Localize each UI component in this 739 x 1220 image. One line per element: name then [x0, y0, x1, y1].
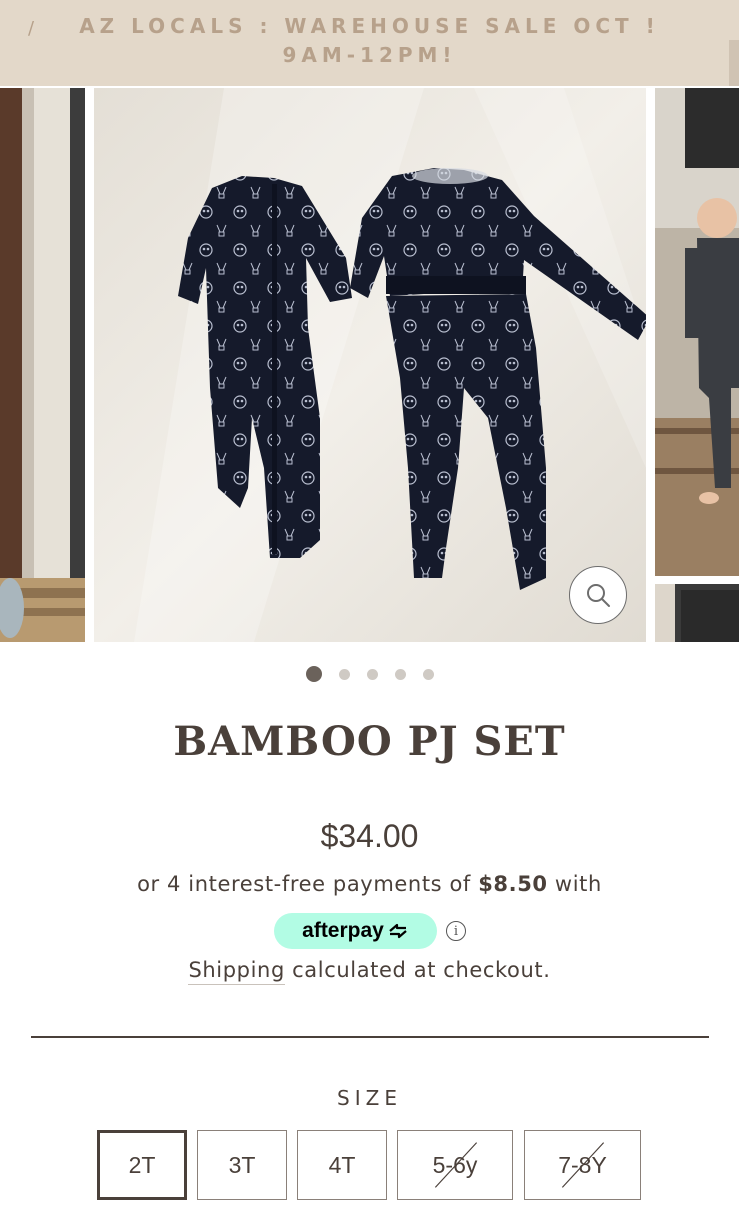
announcement-bar[interactable]: / AZ LOCALS : WAREHOUSE SALE OCT ! 9AM-1…	[0, 0, 739, 88]
pajama-photo	[94, 88, 646, 642]
installments-prefix: or 4 interest-free payments of	[137, 872, 471, 896]
pagination-dot-1[interactable]	[305, 666, 322, 682]
info-glyph: i	[453, 923, 459, 939]
size-option-3t[interactable]: 3T	[197, 1130, 287, 1200]
announcement-line-2: 9AM-12PM!	[282, 43, 457, 67]
installments-suffix: with	[554, 872, 602, 896]
announcement-line-1: AZ LOCALS : WAREHOUSE SALE OCT !	[79, 14, 660, 38]
lifestyle-photo	[0, 88, 85, 642]
size-option-label: 3T	[228, 1151, 256, 1178]
pagination-dot-4[interactable]	[394, 668, 406, 680]
gallery-pagination	[0, 666, 739, 682]
gallery-slide-current[interactable]	[94, 88, 646, 642]
magnifier-icon	[587, 584, 610, 607]
afterpay-badge[interactable]: afterpay	[274, 913, 437, 949]
product-photo	[655, 584, 739, 642]
size-option-label: 7-8Y	[558, 1151, 607, 1178]
shipping-text: calculated at checkout.	[284, 958, 551, 982]
shipping-note: Shipping calculated at checkout.	[0, 958, 739, 985]
zoom-button[interactable]	[569, 566, 627, 624]
installments-text: or 4 interest-free payments of $8.50 wit…	[0, 872, 739, 896]
product-gallery[interactable]	[0, 86, 739, 642]
shipping-link[interactable]: Shipping	[188, 958, 285, 985]
product-title: BAMBOO PJ SET	[173, 718, 566, 765]
size-option-label: 4T	[328, 1151, 356, 1178]
size-option-label: 5-6y	[432, 1151, 478, 1178]
scrollbar[interactable]	[729, 40, 739, 88]
size-option-5-6y[interactable]: 5-6y	[397, 1130, 513, 1200]
gallery-slide-previous[interactable]	[0, 88, 85, 642]
divider	[31, 1036, 709, 1038]
afterpay-row: afterpay i	[274, 912, 466, 950]
info-icon[interactable]: i	[446, 921, 466, 941]
announcement-marker: /	[28, 18, 40, 39]
afterpay-arrows-icon	[389, 923, 407, 939]
gallery-slide-next-2[interactable]	[655, 584, 739, 642]
size-option-label: 2T	[128, 1151, 156, 1178]
child-photo	[655, 88, 739, 576]
pagination-dot-3[interactable]	[366, 668, 378, 680]
product-price: $34.00	[320, 818, 419, 854]
installments-amount: $8.50	[478, 872, 548, 896]
pagination-dot-2[interactable]	[338, 668, 350, 680]
size-option-7-8y[interactable]: 7-8Y	[524, 1130, 641, 1200]
size-label: SIZE	[337, 1086, 402, 1110]
afterpay-logo-text: afterpay	[302, 919, 384, 942]
size-option-4t[interactable]: 4T	[297, 1130, 387, 1200]
size-option-2t[interactable]: 2T	[97, 1130, 187, 1200]
pagination-dot-5[interactable]	[422, 668, 434, 680]
gallery-slide-next[interactable]	[655, 88, 739, 576]
